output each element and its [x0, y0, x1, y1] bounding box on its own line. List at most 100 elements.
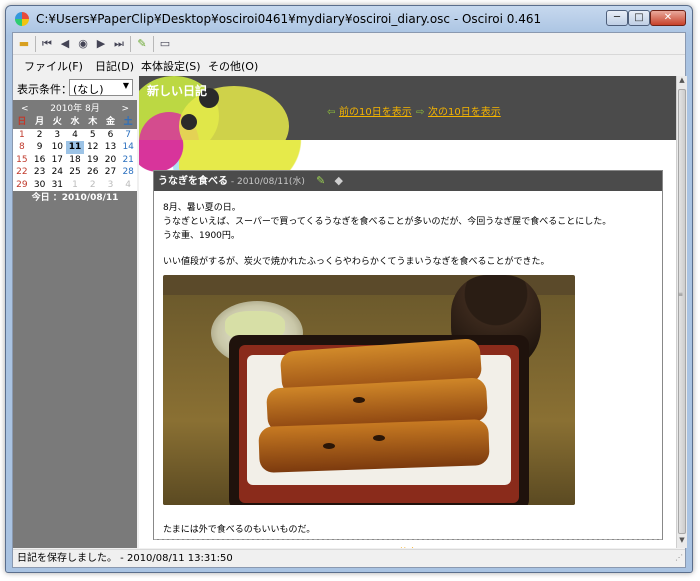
status-text: 日記を保存しました。 - 2010/08/11 13:31:50	[17, 553, 233, 564]
calendar-day[interactable]: 14	[119, 141, 137, 154]
calendar-day[interactable]: 4	[66, 129, 84, 142]
category-link[interactable]: 外食	[154, 545, 662, 548]
calendar-day[interactable]: 29	[13, 179, 31, 192]
scroll-up-icon[interactable]: ▲	[677, 76, 687, 88]
last-page-icon[interactable]: ⏭	[111, 36, 127, 52]
next-10-days-link[interactable]: ⇨ 次の10日を表示	[416, 103, 501, 118]
menu-file[interactable]: ファイル(F)	[24, 58, 83, 74]
next-icon[interactable]: ▶	[93, 36, 109, 52]
filter-label: 表示条件：	[17, 83, 72, 96]
menu-bar: ファイル(F) 日記(D) 本体設定(S) その他(O)	[13, 55, 685, 75]
open-folder-icon[interactable]: ▬	[16, 36, 32, 52]
toolbar-separator	[153, 36, 154, 52]
weekday-label: 火	[52, 117, 62, 127]
calendar-day[interactable]: 25	[66, 166, 84, 179]
page-title: 新しい日記	[147, 84, 208, 98]
chevron-down-icon: ▼	[122, 81, 129, 90]
calendar-day-today[interactable]: 11	[66, 141, 84, 154]
calendar-day[interactable]: 1	[66, 179, 84, 192]
calendar-day[interactable]: 9	[31, 141, 49, 154]
previous-icon[interactable]: ◀	[57, 36, 73, 52]
calendar-day[interactable]: 10	[48, 141, 66, 154]
pencil-icon[interactable]: ✎	[134, 36, 150, 52]
entry-line: うな重、1900円。	[163, 231, 240, 241]
entry-date: - 2010/08/11(水)	[228, 177, 305, 187]
calendar-day[interactable]: 2	[31, 129, 49, 142]
first-page-icon[interactable]: ⏮	[39, 36, 55, 52]
calendar-day[interactable]: 16	[31, 154, 49, 167]
app-logo-icon	[15, 12, 29, 26]
calendar-day[interactable]: 3	[102, 179, 120, 192]
filter-dropdown[interactable]: (なし) ▼	[69, 79, 133, 96]
calendar-day[interactable]: 30	[31, 179, 49, 192]
title-bar[interactable]: C:¥Users¥PaperClip¥Desktop¥osciroi0461¥m…	[6, 6, 692, 32]
calendar-day[interactable]: 15	[13, 154, 31, 167]
vertical-scrollbar[interactable]: ▲ ≡ ▼	[676, 76, 687, 548]
calendar-day[interactable]: 21	[119, 154, 137, 167]
calendar-today-label[interactable]: 今日 ：2010/08/11	[13, 191, 137, 205]
weekday-label: 月	[35, 117, 45, 127]
calendar-day[interactable]: 19	[84, 154, 102, 167]
calendar-day[interactable]: 23	[31, 166, 49, 179]
calendar-day[interactable]: 6	[102, 129, 120, 142]
calendar-day[interactable]: 4	[119, 179, 137, 192]
calendar-day[interactable]: 22	[13, 166, 31, 179]
eraser-icon[interactable]: ◆	[334, 171, 342, 191]
window-icon[interactable]: ▭	[157, 36, 173, 52]
filter-value: (なし)	[73, 83, 104, 96]
weekday-label: 水	[70, 117, 80, 127]
photo-char-mark	[353, 397, 365, 403]
calendar-day[interactable]: 2	[84, 179, 102, 192]
calendar-week-row: 22 23 24 25 26 27 28	[13, 166, 137, 179]
scroll-down-icon[interactable]: ▼	[677, 536, 687, 548]
calendar-day[interactable]: 17	[48, 154, 66, 167]
maximize-button[interactable]: □	[628, 10, 650, 26]
calendar-day[interactable]: 26	[84, 166, 102, 179]
photo-char-mark	[373, 435, 385, 441]
menu-other[interactable]: その他(O)	[208, 58, 258, 74]
calendar-next-button[interactable]: >	[121, 102, 129, 116]
calendar-day[interactable]: 1	[13, 129, 31, 142]
weekday-label: 木	[88, 117, 98, 127]
home-icon[interactable]: ◉	[75, 36, 91, 52]
calendar-day[interactable]: 27	[102, 166, 120, 179]
resize-grip-icon[interactable]: ⋰	[675, 549, 683, 566]
next-10-days-label: 次の10日を表示	[428, 107, 501, 118]
photo-eel	[258, 419, 490, 473]
calendar-day[interactable]: 3	[48, 129, 66, 142]
calendar-day[interactable]: 5	[84, 129, 102, 142]
calendar-month-label: 2010年 8月	[50, 104, 100, 114]
calendar-day[interactable]: 18	[66, 154, 84, 167]
diary-entry: うなぎを食べる - 2010/08/11(水) ✎ ◆ 8月、暑い夏の日。 うな…	[153, 170, 663, 540]
calendar-day[interactable]: 13	[102, 141, 120, 154]
menu-settings[interactable]: 本体設定(S)	[141, 58, 201, 74]
entry-title[interactable]: うなぎを食べる	[158, 176, 228, 187]
calendar-prev-button[interactable]: <	[21, 102, 29, 116]
edit-pencil-icon[interactable]: ✎	[316, 171, 325, 191]
prev-10-days-label: 前の10日を表示	[339, 107, 412, 118]
prev-10-days-link[interactable]: ⇦ 前の10日を表示	[327, 103, 412, 118]
header-decoration	[181, 114, 197, 130]
entry-line: うなぎといえば、スーパーで買ってくるうなぎを食べることが多いのだが、今回うなぎ屋…	[163, 217, 612, 227]
calendar: < 2010年 8月 > 日 月 火 水 木 金 土 1 2 3 4 5 6 7…	[13, 102, 137, 205]
calendar-day[interactable]: 20	[102, 154, 120, 167]
toolbar-separator	[35, 36, 36, 52]
menu-diary[interactable]: 日記(D)	[95, 58, 134, 74]
calendar-day[interactable]: 31	[48, 179, 66, 192]
calendar-day[interactable]: 7	[119, 129, 137, 142]
weekday-label: 土	[123, 117, 133, 127]
calendar-week-row: 15 16 17 18 19 20 21	[13, 153, 137, 167]
close-button[interactable]: ✕	[650, 10, 686, 26]
arrow-left-icon: ⇦	[327, 107, 336, 118]
calendar-day[interactable]: 8	[13, 141, 31, 154]
arrow-right-icon: ⇨	[416, 107, 425, 118]
minimize-button[interactable]: ─	[606, 10, 628, 26]
calendar-day[interactable]: 24	[48, 166, 66, 179]
scrollbar-thumb[interactable]	[678, 89, 686, 534]
calendar-day[interactable]: 12	[84, 141, 102, 154]
calendar-day[interactable]: 28	[119, 166, 137, 179]
calendar-week-row: 8 9 10 11 12 13 14	[13, 141, 137, 154]
unaju-photo	[163, 275, 575, 505]
diary-view: 新しい日記 ⇦ 前の10日を表示 ⇨ 次の10日を表示 うなぎを食べる - 2010…	[139, 76, 676, 548]
